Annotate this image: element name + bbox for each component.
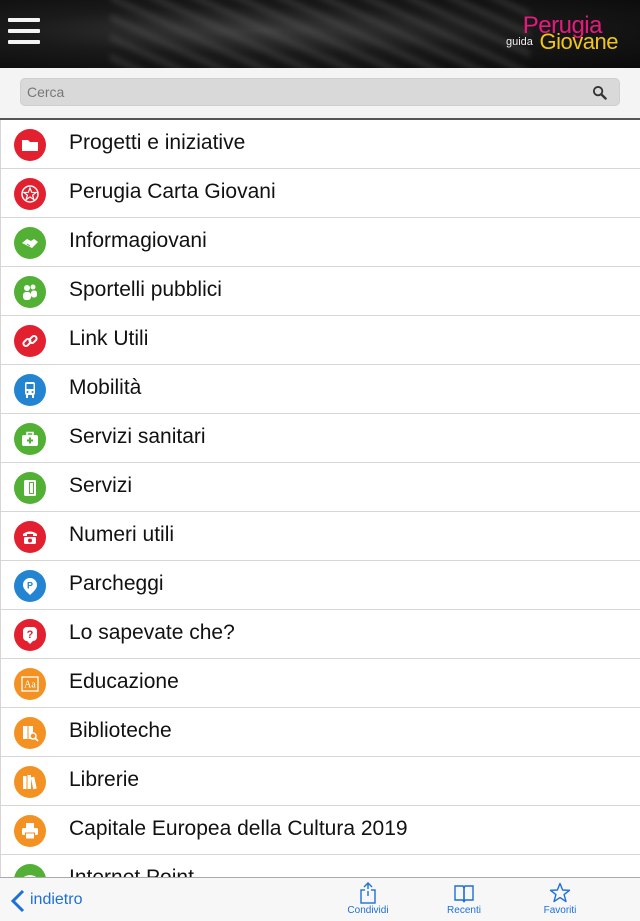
people-icon bbox=[14, 276, 46, 308]
question-icon: ? bbox=[14, 619, 46, 651]
books-icon bbox=[14, 766, 46, 798]
list-item[interactable]: Informagiovani bbox=[0, 218, 640, 267]
logo-giovane: Giovane bbox=[539, 29, 619, 54]
list-item[interactable]: Internet Point bbox=[0, 855, 640, 877]
list-item-label: Mobilità bbox=[69, 376, 142, 399]
list-item-label: Servizi bbox=[69, 474, 133, 497]
search-box[interactable] bbox=[20, 78, 620, 106]
list-item-label: Progetti e iniziative bbox=[69, 131, 246, 154]
list-item-label: Servizi sanitari bbox=[69, 425, 206, 448]
list-item-label: Numeri utili bbox=[69, 523, 175, 546]
star-icon bbox=[549, 882, 571, 903]
svg-text:P: P bbox=[27, 581, 33, 591]
list-item-label: Parcheggi bbox=[69, 572, 164, 595]
list-item[interactable]: Numeri utili bbox=[0, 512, 640, 561]
list-item-label: Sportelli pubblici bbox=[69, 278, 222, 301]
phone-icon bbox=[14, 521, 46, 553]
list-item[interactable]: Sportelli pubblici bbox=[0, 267, 640, 316]
list-item-label: Librerie bbox=[69, 768, 140, 791]
share-icon bbox=[360, 882, 376, 904]
app-logo: Perugia guida Giovane bbox=[504, 12, 619, 56]
library-search-icon bbox=[14, 717, 46, 749]
bottom-toolbar: indietro Condividi Recenti Favoriti bbox=[0, 877, 640, 921]
list-item[interactable]: P Parcheggi bbox=[0, 561, 640, 610]
list-item-label: Informagiovani bbox=[69, 229, 207, 252]
list-item[interactable]: Capitale Europea della Cultura 2019 bbox=[0, 806, 640, 855]
document-icon bbox=[14, 472, 46, 504]
recent-label: Recenti bbox=[447, 905, 481, 916]
search-bar bbox=[0, 68, 640, 120]
svg-text:?: ? bbox=[27, 629, 34, 641]
list-item-label: Educazione bbox=[69, 670, 179, 693]
recent-button[interactable]: Recenti bbox=[434, 882, 494, 920]
header-background-texture bbox=[110, 0, 530, 68]
bus-icon bbox=[14, 374, 46, 406]
category-list: Progetti e iniziative Perugia Carta Giova… bbox=[0, 120, 640, 877]
dictionary-icon: Aa bbox=[14, 668, 46, 700]
link-icon bbox=[14, 325, 46, 357]
folder-icon bbox=[14, 129, 46, 161]
list-item[interactable]: Librerie bbox=[0, 757, 640, 806]
printer-icon bbox=[14, 815, 46, 847]
svg-text:Aa: Aa bbox=[24, 680, 36, 691]
wifi-icon bbox=[14, 864, 46, 877]
hamburger-menu-icon[interactable] bbox=[8, 18, 40, 48]
list-item-label: Biblioteche bbox=[69, 719, 172, 742]
list-item-label: Perugia Carta Giovani bbox=[69, 180, 276, 203]
star-badge-icon bbox=[14, 178, 46, 210]
list-item-label: Internet Point bbox=[69, 866, 194, 877]
share-label: Condividi bbox=[347, 905, 389, 916]
parking-icon: P bbox=[14, 570, 46, 602]
list-item-label: Link Utili bbox=[69, 327, 149, 350]
book-icon bbox=[454, 885, 474, 903]
list-item[interactable]: Aa Educazione bbox=[0, 659, 640, 708]
back-label: indietro bbox=[30, 891, 83, 908]
list-item[interactable]: Perugia Carta Giovani bbox=[0, 169, 640, 218]
list-item-label: Lo sapevate che? bbox=[69, 621, 235, 644]
list-item-label: Capitale Europea della Cultura 2019 bbox=[69, 817, 408, 840]
handshake-icon bbox=[14, 227, 46, 259]
list-item[interactable]: Servizi sanitari bbox=[0, 414, 640, 463]
share-button[interactable]: Condividi bbox=[338, 882, 398, 920]
list-item[interactable]: Progetti e iniziative bbox=[0, 120, 640, 169]
favorites-button[interactable]: Favoriti bbox=[530, 882, 590, 920]
list-item[interactable]: Link Utili bbox=[0, 316, 640, 365]
list-item[interactable]: Mobilità bbox=[0, 365, 640, 414]
search-icon[interactable] bbox=[592, 85, 607, 100]
medical-kit-icon bbox=[14, 423, 46, 455]
list-item[interactable]: Servizi bbox=[0, 463, 640, 512]
app-header: Perugia guida Giovane bbox=[0, 0, 640, 68]
favorites-label: Favoriti bbox=[543, 905, 577, 916]
list-item[interactable]: ? Lo sapevate che? bbox=[0, 610, 640, 659]
chevron-left-icon bbox=[10, 889, 25, 913]
search-input[interactable] bbox=[27, 82, 567, 102]
list-item[interactable]: Biblioteche bbox=[0, 708, 640, 757]
logo-guida: guida bbox=[506, 36, 533, 48]
